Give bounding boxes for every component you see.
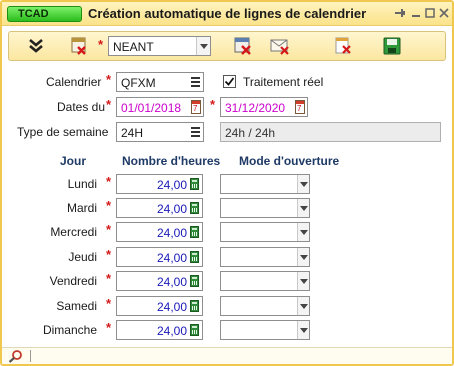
date-from-field[interactable]: 01/01/2018 7 [116,97,204,117]
required-marker: * [106,198,112,213]
required-marker: * [106,320,112,335]
traitement-reel-label: Traitement réel [243,75,324,89]
mode-select[interactable] [220,320,310,340]
checkmark-icon [224,77,235,86]
chevron-down-icon[interactable] [297,223,309,241]
col-header-mode: Mode d'ouverture [239,154,340,168]
hours-field[interactable]: 24,00 [116,222,203,242]
close-icon[interactable] [438,7,450,19]
calendar-icon[interactable]: 7 [191,100,201,114]
col-header-heures: Nombre d'heures [122,154,221,168]
hours-field[interactable]: 24,00 [116,320,203,340]
chevron-down-icon[interactable] [297,297,309,315]
hours-value: 24,00 [156,178,187,192]
hours-value: 24,00 [156,300,187,314]
type-semaine-label: Type de semaine [17,125,109,139]
hours-value: 24,00 [156,275,187,289]
required-marker: * [106,222,112,237]
col-header-jour: Jour [60,154,87,168]
hours-value: 24,00 [156,251,187,265]
window-title: Création automatique de lignes de calend… [88,6,367,21]
day-label: Mercredi [50,225,97,239]
hours-field[interactable]: 24,00 [116,296,203,316]
date-from-value: 01/01/2018 [121,101,182,115]
day-label: Jeudi [68,250,97,264]
save-icon[interactable] [381,35,403,57]
list-icon[interactable] [191,75,200,89]
generate-icon[interactable] [69,35,91,57]
search-icon[interactable] [8,349,24,363]
calculator-icon[interactable] [190,251,199,263]
type-semaine-value: 24H [121,126,144,140]
chevron-down-icon[interactable] [196,37,210,55]
hours-value: 24,00 [156,202,187,216]
minimize-icon[interactable] [410,7,422,19]
template-select[interactable]: NEANT [108,36,211,56]
chevron-down-icon[interactable] [297,175,309,193]
required-marker: * [106,247,112,262]
mode-select[interactable] [220,247,310,267]
template-select-value: NEANT [113,40,154,54]
mode-select[interactable] [220,174,310,194]
calculator-icon[interactable] [190,324,199,336]
day-label: Samedi [56,299,97,313]
delete-calendar-icon[interactable] [232,35,254,57]
toolbar: * NEANT [8,31,446,61]
calendrier-value: QFXM [121,76,156,90]
hours-value: 24,00 [156,324,187,338]
chevron-down-icon[interactable] [297,272,309,290]
mode-select[interactable] [220,198,310,218]
calculator-icon[interactable] [190,202,199,214]
chevron-down-icon[interactable] [297,321,309,339]
day-label: Vendredi [49,274,97,288]
pin-icon[interactable] [394,7,406,19]
required-marker: * [106,97,112,112]
expand-down-icon[interactable] [25,35,47,57]
date-to-value: 31/12/2020 [225,101,286,115]
chevron-down-icon[interactable] [297,199,309,217]
hours-field[interactable]: 24,00 [116,174,203,194]
calculator-icon[interactable] [190,300,199,312]
mode-select[interactable] [220,222,310,242]
required-marker: * [106,174,112,189]
app-badge: TCAD [7,6,82,22]
chevron-down-icon[interactable] [297,248,309,266]
type-semaine-field[interactable]: 24H [116,122,204,142]
day-label: Dimanche [42,323,97,337]
divider [30,350,31,362]
title-bar: TCAD Création automatique de lignes de c… [2,2,452,26]
hours-field[interactable]: 24,00 [116,198,203,218]
mail-delete-icon[interactable] [269,35,291,57]
calculator-icon[interactable] [190,178,199,190]
hours-field[interactable]: 24,00 [116,271,203,291]
required-marker: * [106,271,112,286]
hours-value: 24,00 [156,226,187,240]
day-label: Mardi [66,201,97,215]
status-bar [2,347,452,364]
calendrier-label: Calendrier [46,75,102,89]
type-semaine-description: 24h / 24h [220,122,441,142]
mode-select[interactable] [220,271,310,291]
calendar-generation-window: TCAD Création automatique de lignes de c… [0,0,454,366]
date-to-field[interactable]: 31/12/2020 7 [220,97,308,117]
hours-field[interactable]: 24,00 [116,247,203,267]
mode-select[interactable] [220,296,310,316]
list-icon[interactable] [191,125,200,139]
day-label: Lundi [67,177,97,191]
traitement-reel-checkbox[interactable] [223,75,236,88]
dates-label: Dates du [57,100,106,114]
clear-icon[interactable] [332,35,354,57]
required-marker: * [98,37,104,52]
calculator-icon[interactable] [190,226,199,238]
maximize-icon[interactable] [424,7,436,19]
calculator-icon[interactable] [190,275,199,287]
required-marker: * [106,296,112,311]
type-semaine-desc-text: 24h / 24h [225,126,276,140]
required-marker: * [106,72,112,87]
calendar-icon[interactable]: 7 [295,100,305,114]
required-marker: * [210,97,216,112]
calendrier-field[interactable]: QFXM [116,72,204,92]
